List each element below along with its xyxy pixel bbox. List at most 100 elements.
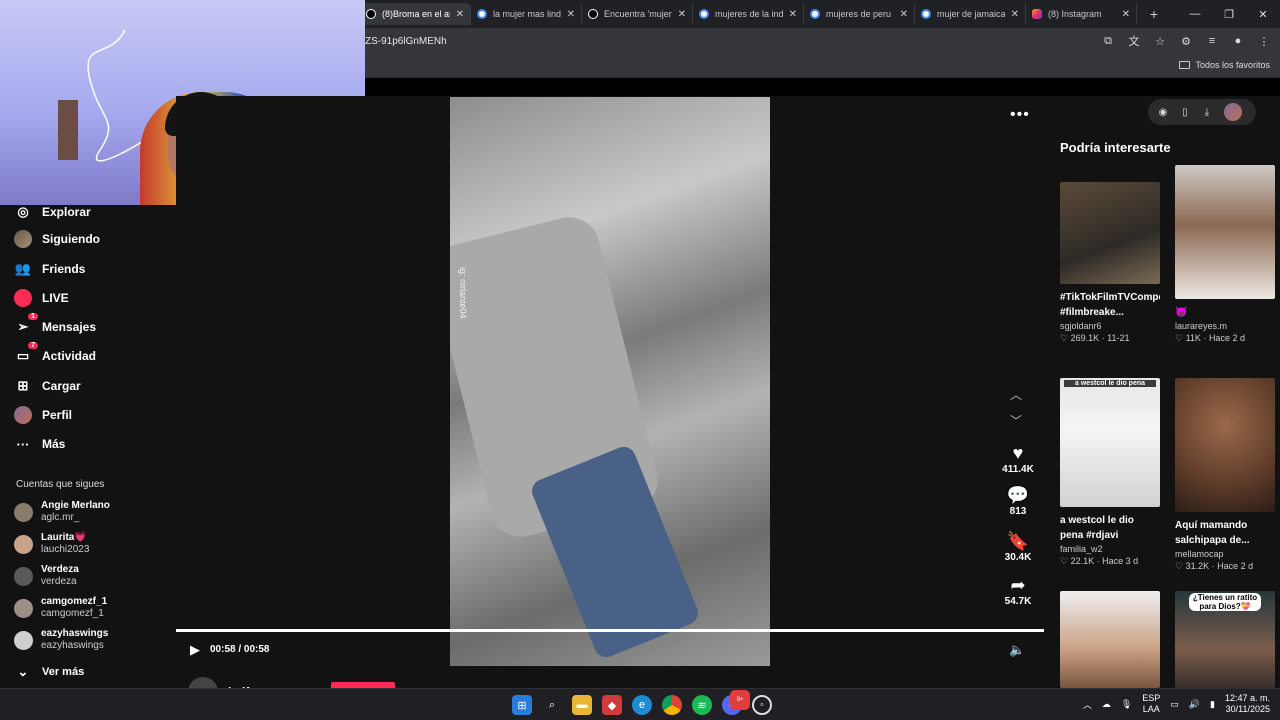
following-account[interactable]: eazyhaswings eazyhaswings [14, 628, 108, 652]
chevron-up-icon[interactable]: ︿ [1010, 386, 1022, 403]
sidebar-item-label: Actividad [42, 349, 97, 363]
bookmark-star-icon[interactable]: ☆ [1152, 33, 1168, 49]
app-red-icon[interactable]: ◆ [602, 695, 622, 715]
chrome-icon[interactable] [662, 695, 682, 715]
sidebar-item-upload[interactable]: ⊞ Cargar [14, 377, 81, 395]
speaker-icon[interactable]: 🔊 [1189, 699, 1200, 710]
display-icon[interactable]: ▭ [1170, 699, 1179, 710]
google-favicon-icon [921, 9, 931, 19]
restore-icon[interactable]: ❐ [1212, 0, 1246, 28]
menu-kebab-icon[interactable]: ⋮ [1256, 33, 1272, 49]
card-caption: #TikTokFilmTVCompetition #filmbreake... [1060, 292, 1160, 318]
search-icon[interactable]: ⌕ [542, 695, 562, 715]
file-explorer-icon[interactable]: ▬ [572, 695, 592, 715]
browser-tab-3[interactable]: mujeres de la ind ✕ [693, 3, 804, 25]
profile-icon[interactable]: ● [1230, 33, 1246, 49]
sidebar-item-profile[interactable]: Perfil [14, 406, 72, 424]
tiktok-favicon-icon [588, 9, 598, 19]
sidebar-item-explore[interactable]: ◎ Explorar [14, 203, 90, 221]
sidebar-item-messages[interactable]: ➢ 1 Mensajes [14, 313, 96, 336]
account-username: eazyhaswings [41, 640, 104, 651]
minimize-icon[interactable]: — [1178, 0, 1212, 28]
new-tab-icon[interactable]: + [1143, 3, 1165, 25]
download-icon[interactable]: ⤓ [1200, 107, 1214, 118]
sidebar-item-live[interactable]: LIVE [14, 289, 69, 307]
language-indicator[interactable]: ESP LAA [1142, 693, 1160, 715]
spotify-icon[interactable]: ≋ [692, 695, 712, 715]
battery-icon[interactable]: ▮ [1210, 699, 1215, 710]
bookmark-icon: 🔖 [1006, 531, 1030, 551]
user-avatar[interactable] [1224, 103, 1242, 121]
profile-icon [14, 406, 32, 424]
chevron-up-icon[interactable]: ︿ [1083, 698, 1092, 711]
chevron-down-icon[interactable]: ﹀ [1010, 412, 1022, 429]
video-thumbnail [1060, 591, 1160, 688]
see-more-button[interactable]: ⌄ Ver más [14, 663, 85, 681]
clock-date: 30/11/2025 [1225, 704, 1270, 714]
browser-tab-5[interactable]: mujer de jamaica ✕ [915, 3, 1026, 25]
close-tab-icon[interactable]: ✕ [567, 9, 575, 20]
following-account[interactable]: camgomezf_1 camgomezf_1 [14, 596, 107, 620]
close-tab-icon[interactable]: ✕ [678, 9, 686, 20]
close-tab-icon[interactable]: ✕ [789, 9, 797, 20]
steam-app-icon[interactable]: ◦ [752, 695, 772, 715]
close-window-icon[interactable]: ✕ [1246, 0, 1280, 28]
extensions-icon[interactable]: ⚙ [1178, 33, 1194, 49]
sidebar-item-following[interactable]: Siguiendo [14, 230, 100, 248]
device-icon[interactable]: ▯ [1178, 107, 1192, 118]
sidebar-item-friends[interactable]: 👥 Friends [14, 260, 85, 278]
close-tab-icon[interactable]: ✕ [1122, 9, 1130, 20]
share-button[interactable]: ➦ 54.7K [1000, 574, 1036, 607]
window-controls: — ❐ ✕ [1178, 0, 1280, 28]
video-player[interactable]: ig: nirlante04 [450, 97, 770, 666]
all-bookmarks-button[interactable]: Todos los favoritos [1179, 60, 1270, 70]
translate-icon[interactable]: 文 [1126, 33, 1142, 49]
recommendation-card[interactable]: 😈 laurareyes.m ♡ 11K · Hace 2 d [1175, 165, 1275, 344]
activity-badge: 7 [28, 342, 38, 349]
save-button[interactable]: 🔖 30.4K [1000, 530, 1036, 563]
address-bar[interactable]: ZS-91p6lGnMENh [365, 36, 447, 47]
coins-icon[interactable]: ◉ [1156, 107, 1170, 118]
close-tab-icon[interactable]: ✕ [1011, 9, 1019, 20]
tab-list: (8)Broma en el as ✕ la mujer mas lind ✕ … [360, 3, 1165, 25]
recommendation-card[interactable]: ¿Tienes un ratito para Dios?💝 [1175, 591, 1275, 688]
compass-icon: ◎ [17, 204, 29, 219]
google-favicon-icon [810, 9, 820, 19]
microphone-icon[interactable]: 🎙 [1121, 699, 1132, 710]
sidebar-item-more[interactable]: ··· Más [14, 435, 66, 453]
card-meta: ♡ 31.2K · Hace 2 d [1175, 561, 1254, 571]
browser-tab-4[interactable]: mujeres de peru ✕ [804, 3, 915, 25]
browser-tab-2[interactable]: Encuentra 'mujer ✕ [582, 3, 693, 25]
avatar-icon [14, 230, 32, 248]
browser-tab-1[interactable]: la mujer mas lind ✕ [471, 3, 582, 25]
windows-start-icon[interactable]: ⊞ [512, 695, 532, 715]
close-tab-icon[interactable]: ✕ [456, 9, 464, 20]
more-options-icon[interactable]: ••• [1010, 106, 1030, 124]
video-progress-bar[interactable] [176, 629, 1044, 632]
sidebar-item-activity[interactable]: ▭ 7 Actividad [14, 342, 97, 365]
like-button[interactable]: ♥ 411.4K [1000, 442, 1036, 475]
video-thumbnail [1175, 165, 1275, 299]
tab-title: mujeres de la ind [715, 9, 783, 19]
messages-badge: 1 [28, 313, 38, 320]
clock[interactable]: 12:47 a. m. 30/11/2025 [1225, 693, 1270, 715]
recommendation-card[interactable]: Aquí mamando salchipapa de... mellamocap… [1175, 378, 1275, 572]
install-app-icon[interactable]: ⧉ [1100, 33, 1116, 49]
discord-icon[interactable]: ◕9+ [722, 690, 750, 715]
edge-icon[interactable]: e [632, 695, 652, 715]
reading-list-icon[interactable]: ≡ [1204, 33, 1220, 49]
following-account[interactable]: Laurita💗 lauchi2023 [14, 532, 89, 556]
close-tab-icon[interactable]: ✕ [900, 9, 908, 20]
recommendation-card[interactable]: #TikTokFilmTVCompetition #filmbreake... … [1060, 182, 1160, 344]
browser-tab-0[interactable]: (8)Broma en el as ✕ [360, 3, 471, 25]
volume-icon[interactable]: 🔈 [1009, 642, 1025, 658]
following-account[interactable]: Verdeza verdeza [14, 564, 79, 588]
tab-title: Encuentra 'mujer [604, 9, 672, 19]
cloud-icon[interactable]: ☁ [1102, 699, 1111, 710]
browser-tab-6[interactable]: (8) Instagram ✕ [1026, 3, 1137, 25]
following-account[interactable]: Angie Merlano aglc.mr_ [14, 500, 110, 524]
recommendation-card[interactable] [1060, 591, 1160, 688]
play-icon[interactable]: ▶ [190, 642, 200, 658]
comment-button[interactable]: 💬 813 [1000, 484, 1036, 517]
recommendation-card[interactable]: a westcol le dio pena a westcol le dio p… [1060, 378, 1160, 567]
